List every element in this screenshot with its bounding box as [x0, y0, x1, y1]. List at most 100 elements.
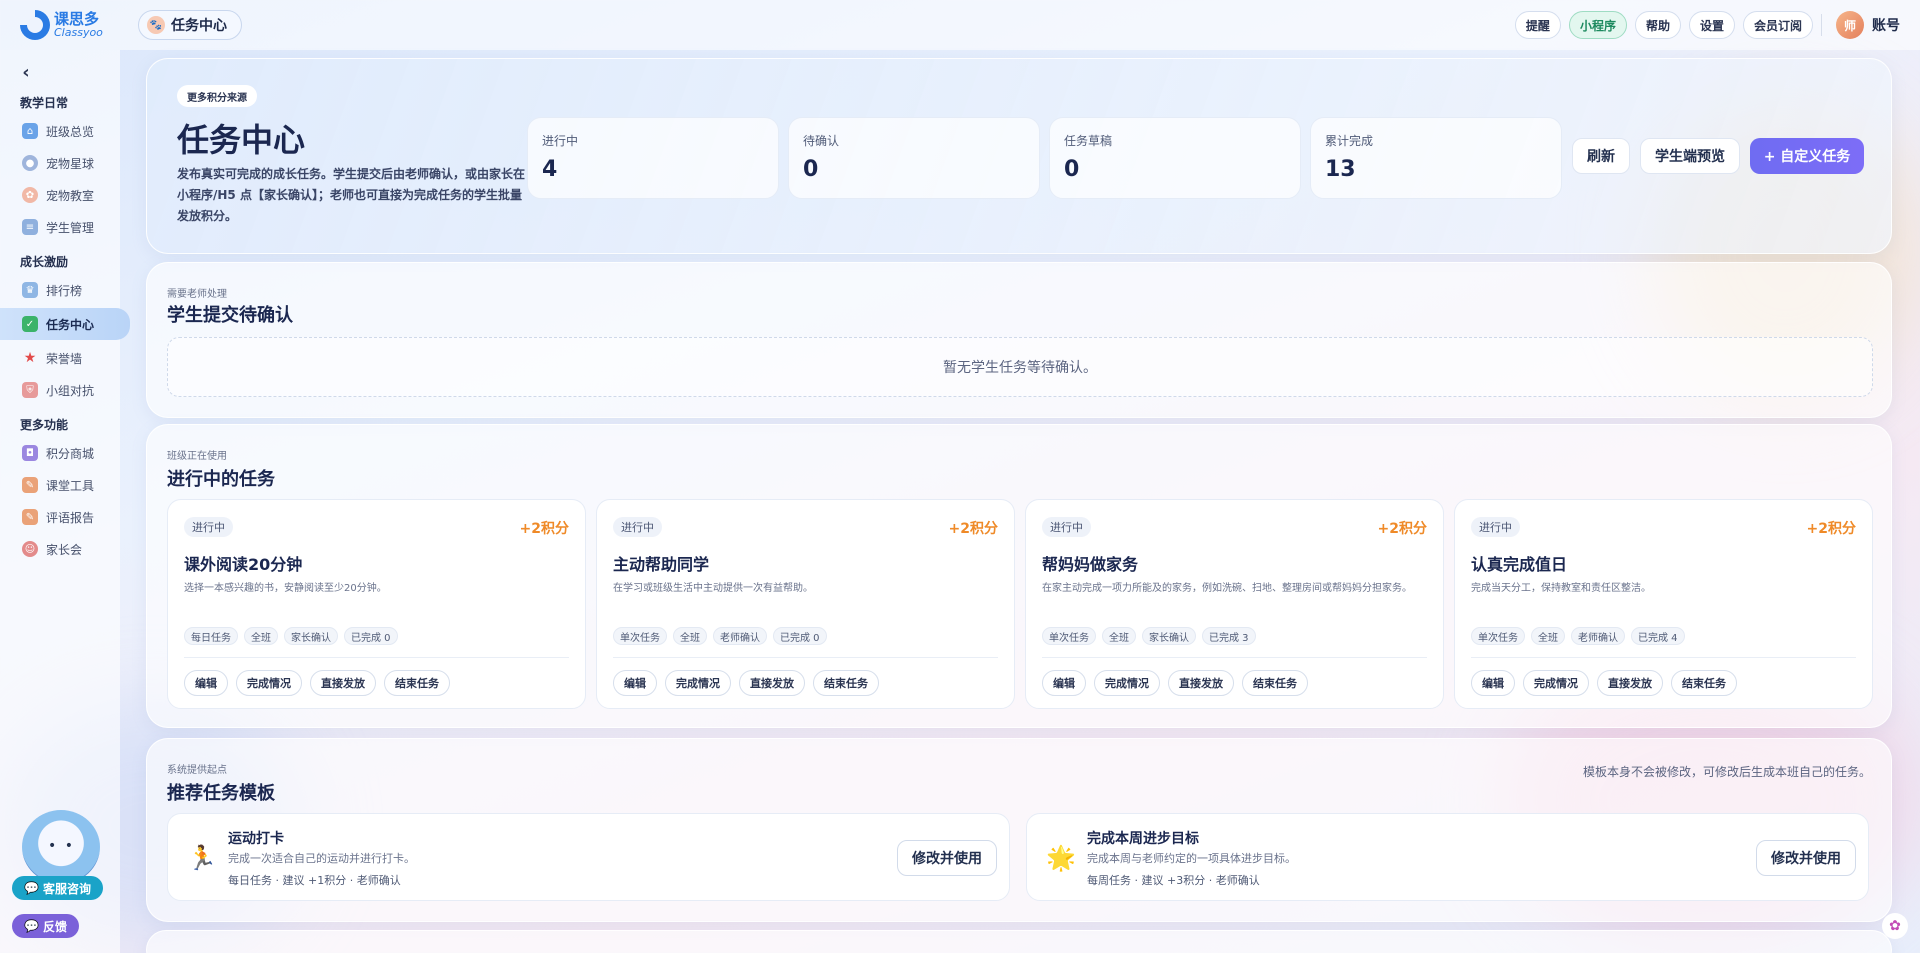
task-scope: 全班 — [244, 627, 278, 645]
sidebar-item-class-overview[interactable]: ⌂ 班级总览 — [0, 115, 120, 147]
hero-card: 更多积分来源 任务中心 发布真实可完成的成长任务。学生提交后由老师确认，或由家长… — [146, 58, 1892, 254]
sidebar-item-points-mall[interactable]: ◘ 积分商城 — [0, 437, 120, 469]
settings-button[interactable]: 设置 — [1688, 11, 1735, 39]
templates-section: 系统提供起点 推荐任务模板 模板本身不会被修改，可修改后生成本班自己的任务。 🏃… — [146, 738, 1892, 922]
sidebar-item-student-management[interactable]: ≡ 学生管理 — [0, 211, 120, 243]
direct-award-button[interactable]: 直接发放 — [1597, 670, 1663, 696]
stat-value: 0 — [1064, 157, 1080, 182]
sidebar-item-label: 积分商城 — [46, 446, 95, 461]
section-title: 推荐任务模板 — [167, 783, 275, 804]
stat-label: 累计完成 — [1325, 134, 1374, 148]
mini-program-button[interactable]: 小程序 — [1568, 11, 1627, 39]
feedback-button[interactable]: 💬 反馈 — [12, 914, 79, 938]
student-preview-button[interactable]: 学生端预览 — [1640, 138, 1740, 174]
chat-icon: 💬 — [24, 881, 39, 895]
task-confirm-type: 家长确认 — [1142, 627, 1196, 645]
sidebar-item-classroom-tools[interactable]: ✎ 课堂工具 — [0, 469, 120, 501]
task-frequency: 单次任务 — [613, 627, 667, 645]
end-task-button[interactable]: 结束任务 — [1671, 670, 1737, 696]
sidebar-item-label: 评语报告 — [46, 510, 95, 525]
direct-award-button[interactable]: 直接发放 — [310, 670, 376, 696]
empty-state: 暂无学生任务等待确认。 — [167, 337, 1873, 397]
stat-label: 待确认 — [803, 134, 840, 148]
customer-service-button[interactable]: 💬 客服咨询 — [12, 876, 103, 900]
edit-button[interactable]: 编辑 — [184, 670, 228, 696]
completion-status-button[interactable]: 完成情况 — [665, 670, 731, 696]
task-completed-count: 已完成 4 — [1631, 627, 1685, 645]
sidebar-item-comment-report[interactable]: ✎ 评语报告 — [0, 501, 120, 533]
sidebar-item-label: 家长会 — [46, 542, 83, 557]
home-icon: ⌂ — [22, 123, 38, 139]
stat-label: 任务草稿 — [1064, 134, 1113, 148]
task-frequency: 单次任务 — [1471, 627, 1525, 645]
end-task-button[interactable]: 结束任务 — [384, 670, 450, 696]
status-badge: 进行中 — [1042, 517, 1091, 537]
task-frequency: 每日任务 — [184, 627, 238, 645]
account-menu[interactable]: 师 账号 — [1836, 11, 1900, 39]
next-section-card — [146, 930, 1892, 953]
paw-icon: 🐾 — [147, 16, 165, 34]
direct-award-button[interactable]: 直接发放 — [1168, 670, 1234, 696]
completion-status-button[interactable]: 完成情况 — [236, 670, 302, 696]
sidebar-item-group-battle[interactable]: ⛨ 小组对抗 — [0, 374, 120, 406]
sidebar-item-parent-meeting[interactable]: ☺ 家长会 — [0, 533, 120, 565]
document-icon: ≡ — [22, 219, 38, 235]
completion-status-button[interactable]: 完成情况 — [1094, 670, 1160, 696]
edit-button[interactable]: 编辑 — [1042, 670, 1086, 696]
membership-button[interactable]: 会员订阅 — [1742, 11, 1813, 39]
running-icon: 🏃 — [187, 844, 217, 872]
task-description: 完成当天分工，保持教室和责任区整洁。 — [1471, 583, 1651, 594]
bag-icon: ◘ — [22, 445, 38, 461]
section-title: 进行中的任务 — [167, 469, 275, 490]
current-page-chip[interactable]: 🐾 任务中心 — [138, 10, 242, 40]
task-scope: 全班 — [1102, 627, 1136, 645]
custom-task-button[interactable]: + 自定义任务 — [1750, 138, 1864, 174]
star-icon: 🌟 — [1046, 844, 1076, 872]
direct-award-button[interactable]: 直接发放 — [739, 670, 805, 696]
sidebar-item-pet-planet[interactable]: ● 宠物星球 — [0, 147, 120, 179]
sidebar-item-leaderboard[interactable]: ♛ 排行榜 — [0, 274, 120, 306]
people-icon: ☺ — [22, 541, 38, 557]
help-button[interactable]: 帮助 — [1634, 11, 1681, 39]
end-task-button[interactable]: 结束任务 — [813, 670, 879, 696]
task-completed-count: 已完成 3 — [1202, 627, 1256, 645]
page-title: 任务中心 — [177, 121, 306, 159]
collapse-sidebar-button[interactable]: ‹ — [14, 60, 38, 84]
logo-text-en: Classyoo — [54, 26, 103, 39]
edit-button[interactable]: 编辑 — [613, 670, 657, 696]
refresh-button[interactable]: 刷新 — [1572, 138, 1630, 174]
pending-section: 需要老师处理 学生提交待确认 暂无学生任务等待确认。 — [146, 262, 1892, 418]
task-confirm-type: 家长确认 — [284, 627, 338, 645]
task-card: 进行中 +2积分 帮妈妈做家务 在家主动完成一项力所能及的家务，例如洗碗、扫地、… — [1025, 499, 1444, 709]
stat-label: 进行中 — [542, 134, 579, 148]
logo[interactable]: 课思多 Classyoo — [20, 10, 110, 40]
use-template-button[interactable]: 修改并使用 — [1756, 840, 1856, 876]
section-subtitle: 需要老师处理 — [167, 289, 227, 300]
planet-icon: ● — [22, 155, 38, 171]
template-meta: 每日任务 · 建议 +1积分 · 老师确认 — [228, 874, 401, 887]
sidebar: ‹ 教学日常 ⌂ 班级总览 ● 宠物星球 ✿ 宠物教室 ≡ 学生管理 成长激励 … — [0, 50, 130, 953]
sidebar-item-label: 学生管理 — [46, 220, 95, 235]
task-title: 主动帮助同学 — [613, 555, 710, 574]
sidebar-item-label: 排行榜 — [46, 283, 83, 298]
logo-text-cn: 课思多 — [54, 10, 100, 28]
current-page-label: 任务中心 — [171, 18, 227, 34]
reminder-button[interactable]: 提醒 — [1514, 11, 1561, 39]
sidebar-item-pet-classroom[interactable]: ✿ 宠物教室 — [0, 179, 120, 211]
template-card: 🏃 运动打卡 完成一次适合自己的运动并进行打卡。 每日任务 · 建议 +1积分 … — [167, 813, 1010, 901]
sidebar-item-honor-wall[interactable]: ★ 荣誉墙 — [0, 342, 120, 374]
completion-status-button[interactable]: 完成情况 — [1523, 670, 1589, 696]
sidebar-item-task-center[interactable]: ✓ 任务中心 — [0, 308, 130, 340]
use-template-button[interactable]: 修改并使用 — [897, 840, 997, 876]
paw-icon: ✿ — [22, 187, 38, 203]
stat-value: 0 — [803, 157, 819, 182]
ai-assistant-icon[interactable]: ✿ — [1882, 913, 1908, 939]
edit-button[interactable]: 编辑 — [1471, 670, 1515, 696]
feedback-icon: 💬 — [24, 919, 39, 933]
end-task-button[interactable]: 结束任务 — [1242, 670, 1308, 696]
checkbox-icon: ✓ — [22, 316, 38, 332]
task-frequency: 单次任务 — [1042, 627, 1096, 645]
points-badge: +2积分 — [1377, 521, 1427, 537]
status-badge: 进行中 — [613, 517, 662, 537]
section-title: 学生提交待确认 — [167, 305, 293, 326]
